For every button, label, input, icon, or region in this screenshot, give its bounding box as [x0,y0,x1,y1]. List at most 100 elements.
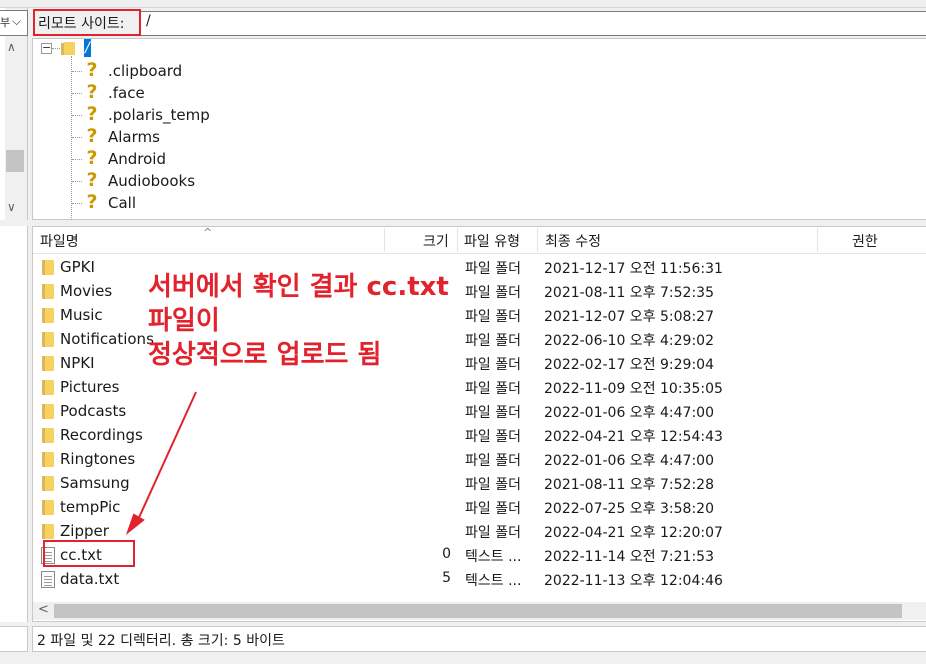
horizontal-scroll-thumb[interactable] [54,604,902,618]
file-row[interactable]: data.txt 5 텍스트 ... 2022-11-13 오후 12:04:46 [33,567,903,591]
unknown-folder-icon: ? [86,169,98,191]
file-row[interactable]: Recordings 파일 폴더 2022-04-21 오후 12:54:43 [33,423,903,447]
file-modified: 2021-08-11 오후 7:52:28 [544,477,714,493]
unknown-folder-icon: ? [86,103,98,125]
tree-connector-line [72,71,82,72]
file-modified: 2022-04-21 오후 12:20:07 [544,525,723,541]
local-file-pane[interactable] [0,226,28,622]
folder-icon [42,356,54,371]
file-row[interactable]: tempPic 파일 폴더 2022-07-25 오후 3:58:20 [33,495,903,519]
scroll-left-icon[interactable]: < [38,602,49,617]
file-modified: 2022-06-10 오후 4:29:02 [544,333,714,349]
folder-icon [42,428,54,443]
tree-item[interactable]: ? Audiobooks [72,171,232,191]
file-type: 파일 폴더 [465,381,521,397]
folder-icon [42,404,54,419]
tree-item[interactable]: ? Call [72,193,232,213]
unknown-folder-icon: ? [86,191,98,213]
file-type: 파일 폴더 [465,453,521,469]
file-modified: 2022-11-14 오전 7:21:53 [544,549,714,565]
file-name: GPKI [60,258,95,276]
column-header-modified[interactable]: 최종 수정 [545,231,601,251]
folder-icon [42,308,54,323]
file-modified: 2022-01-06 오후 4:47:00 [544,405,714,421]
column-separator[interactable] [537,228,538,252]
file-row[interactable]: cc.txt 0 텍스트 ... 2022-11-14 오전 7:21:53 [33,543,903,567]
chevron-down-icon[interactable]: ⌵ [12,14,21,29]
local-status-bar [0,626,28,652]
file-name: Music [60,306,103,324]
file-modified: 2022-01-06 오후 4:47:00 [544,453,714,469]
file-type: 파일 폴더 [465,429,521,445]
file-modified: 2021-08-11 오후 7:52:35 [544,285,714,301]
tree-item[interactable]: ? .face [72,83,232,103]
local-tree-scroll-thumb[interactable] [6,150,24,172]
file-modified: 2022-04-21 오후 12:54:43 [544,429,723,445]
tree-item-label: Call [108,194,137,212]
column-header-size[interactable]: 크기 [423,231,449,251]
folder-icon [42,476,54,491]
tree-item-label: .polaris_temp [108,106,210,124]
file-name: tempPic [60,498,121,516]
status-text: 2 파일 및 22 디렉터리. 총 크기: 5 바이트 [37,633,285,649]
file-row[interactable]: Podcasts 파일 폴더 2022-01-06 오후 4:47:00 [33,399,903,423]
file-type: 파일 폴더 [465,405,521,421]
cc-file-highlight-box [43,540,135,567]
tree-item[interactable]: ? .polaris_temp [72,105,232,125]
remote-path-input[interactable] [140,11,926,36]
file-modified: 2021-12-07 오후 5:08:27 [544,309,714,325]
file-row[interactable]: Pictures 파일 폴더 2022-11-09 오전 10:35:05 [33,375,903,399]
file-row[interactable]: Zipper 파일 폴더 2022-04-21 오후 12:20:07 [33,519,903,543]
tree-item[interactable]: ? Android [72,149,232,169]
file-type: 파일 폴더 [465,309,521,325]
local-site-combo-text: 부 [0,16,11,29]
file-type: 파일 폴더 [465,477,521,493]
folder-icon [61,42,75,55]
tree-connector-line [72,115,82,116]
unknown-folder-icon: ? [86,147,98,169]
file-type: 파일 폴더 [465,333,521,349]
scroll-down-icon[interactable]: ∨ [7,200,16,214]
file-size: 5 [442,570,451,586]
annotation-text: 서버에서 확인 결과 cc.txt 파일이 정상적으로 업로드 됨 [148,270,449,372]
file-type: 파일 폴더 [465,525,521,541]
unknown-folder-icon: ? [86,59,98,81]
tree-connector-line [72,181,82,182]
tree-item[interactable]: ? .clipboard [72,61,232,81]
column-header-permissions[interactable]: 권한 [852,231,878,251]
file-name: Movies [60,282,113,300]
annotation-line: 서버에서 확인 결과 cc.txt [148,272,449,302]
tree-root-item[interactable]: / [84,39,91,57]
file-type: 파일 폴더 [465,285,521,301]
scroll-up-icon[interactable]: ∧ [7,40,16,54]
file-modified: 2021-12-17 오전 11:56:31 [544,261,723,277]
annotation-line: 파일이 [148,306,220,336]
file-size: 0 [442,546,451,562]
file-type: 파일 폴더 [465,501,521,517]
column-separator[interactable] [817,228,818,252]
file-row[interactable]: Ringtones 파일 폴더 2022-01-06 오후 4:47:00 [33,447,903,471]
column-separator[interactable] [457,228,458,252]
tree-connector-line [72,93,82,94]
tree-item-label: .face [108,84,145,102]
file-modified: 2022-07-25 오후 3:58:20 [544,501,714,517]
file-modified: 2022-11-09 오전 10:35:05 [544,381,723,397]
tree-connector-line [72,137,82,138]
file-modified: 2022-11-13 오후 12:04:46 [544,573,723,589]
file-name: Samsung [60,474,130,492]
column-header-name[interactable]: 파일명 [40,231,79,251]
file-name: Zipper [60,522,109,540]
file-type: 텍스트 ... [465,549,522,565]
unknown-folder-icon: ? [86,81,98,103]
file-name: data.txt [60,570,120,588]
tree-item-label: Audiobooks [108,172,196,190]
column-header-type[interactable]: 파일 유형 [464,231,520,251]
folder-icon [42,452,54,467]
column-separator[interactable] [384,228,385,252]
collapse-icon[interactable]: − [41,42,52,54]
file-name: NPKI [60,354,95,372]
folder-icon [42,380,54,395]
file-name: Podcasts [60,402,127,420]
tree-item[interactable]: ? Alarms [72,127,232,147]
file-row[interactable]: Samsung 파일 폴더 2021-08-11 오후 7:52:28 [33,471,903,495]
